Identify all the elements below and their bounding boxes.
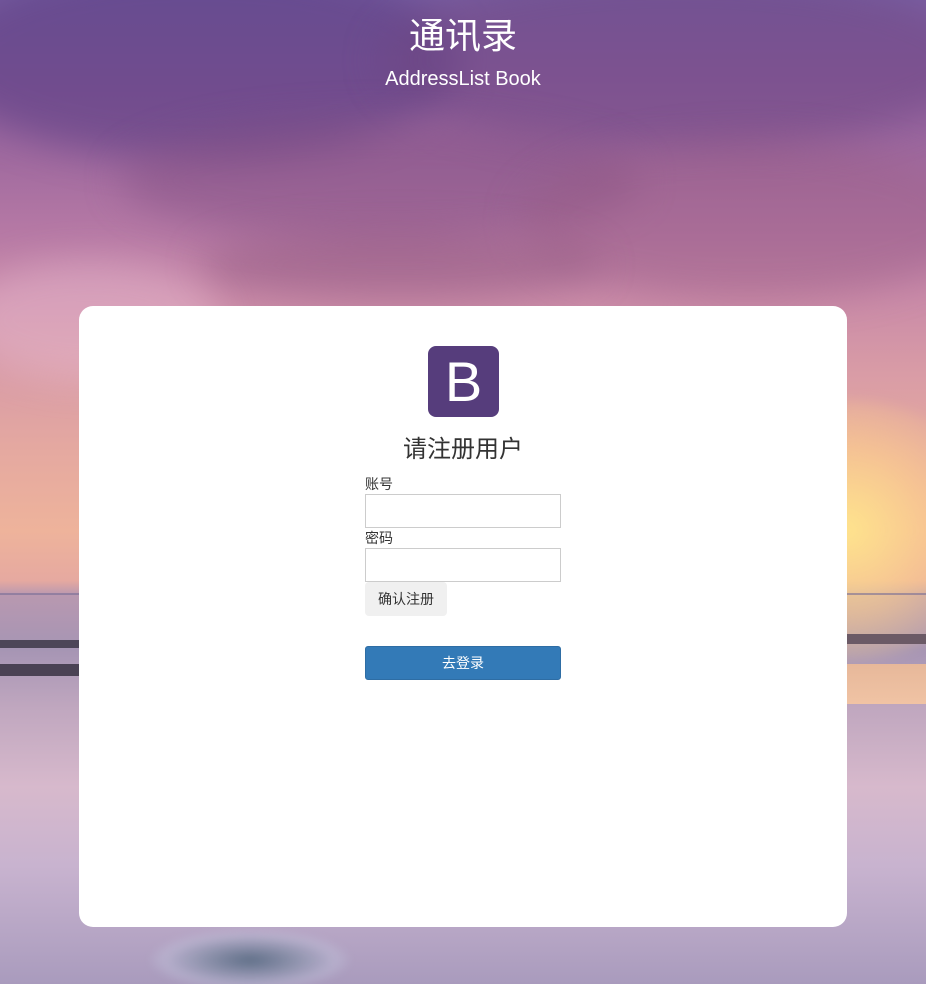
account-label: 账号 [365, 476, 393, 492]
register-card: B 请注册用户 账号 密码 确认注册 去登录 [79, 306, 847, 927]
app-subtitle: AddressList Book [385, 68, 541, 90]
app-title: 通讯录 [408, 15, 517, 56]
jetty [836, 634, 926, 644]
bootstrap-logo-icon: B [428, 346, 499, 417]
password-label: 密码 [365, 530, 393, 546]
form-title: 请注册用户 [403, 436, 523, 463]
jetty [0, 640, 90, 648]
cloud-shape [200, 230, 600, 300]
confirm-register-button[interactable]: 确认注册 [365, 582, 447, 616]
go-login-button[interactable]: 去登录 [365, 646, 561, 680]
wave [150, 930, 350, 984]
password-input[interactable] [365, 548, 561, 582]
jetty [0, 664, 90, 676]
account-input[interactable] [365, 494, 561, 528]
beach [836, 664, 926, 704]
